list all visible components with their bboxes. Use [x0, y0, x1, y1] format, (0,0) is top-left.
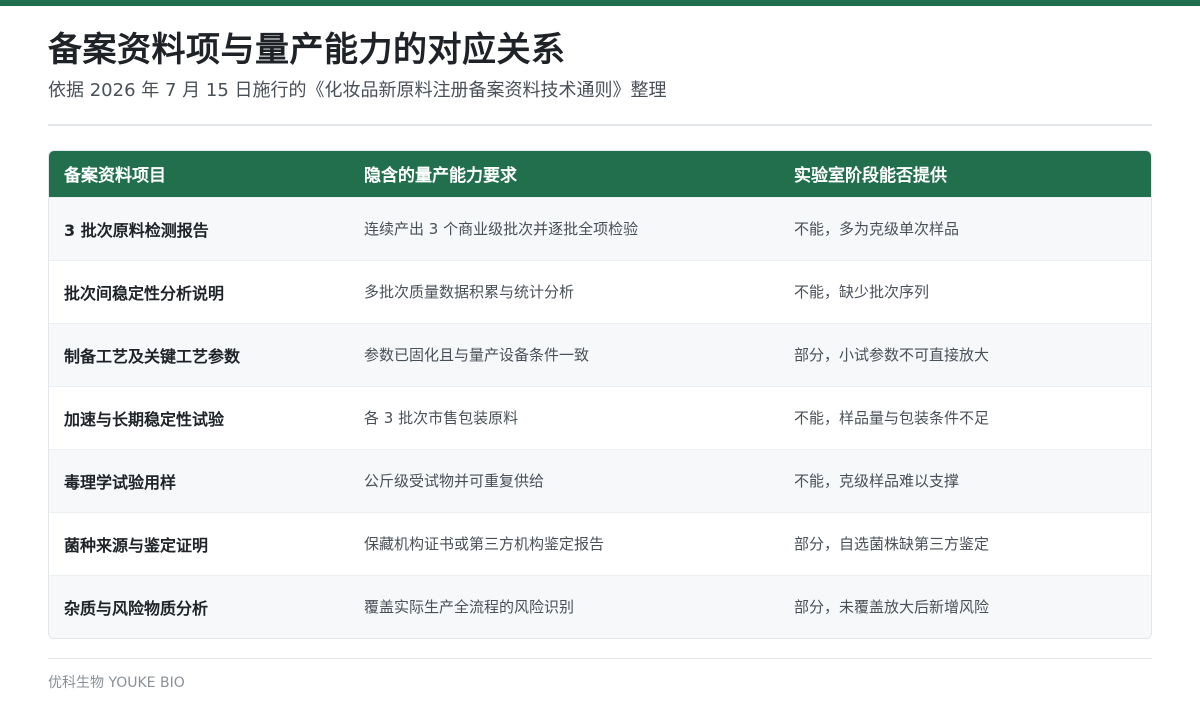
- table-row: 制备工艺及关键工艺参数 参数已固化且与量产设备条件一致 部分，小试参数不可直接放…: [49, 322, 1151, 386]
- cell-requirement: 保藏机构证书或第三方机构鉴定报告: [349, 511, 779, 575]
- cell-requirement: 多批次质量数据积累与统计分析: [349, 259, 779, 323]
- footer-brand: 优科生物 YOUKE BIO: [48, 675, 185, 691]
- cell-item: 批次间稳定性分析说明: [49, 259, 349, 323]
- table-row: 批次间稳定性分析说明 多批次质量数据积累与统计分析 不能，缺少批次序列: [49, 259, 1151, 323]
- column-header-lab-capability: 实验室阶段能否提供: [779, 151, 1151, 197]
- cell-item: 杂质与风险物质分析: [49, 574, 349, 638]
- cell-item: 3 批次原料检测报告: [49, 196, 349, 260]
- cell-requirement: 连续产出 3 个商业级批次并逐批全项检验: [349, 196, 779, 260]
- footer-divider: [48, 658, 1152, 659]
- cell-lab-capability: 部分，小试参数不可直接放大: [779, 322, 1151, 386]
- header-divider: [48, 124, 1152, 126]
- table-row: 菌种来源与鉴定证明 保藏机构证书或第三方机构鉴定报告 部分，自选菌株缺第三方鉴定: [49, 511, 1151, 575]
- cell-requirement: 覆盖实际生产全流程的风险识别: [349, 574, 779, 638]
- cell-item: 毒理学试验用样: [49, 448, 349, 512]
- page-header: 备案资料项与量产能力的对应关系 依据 2026 年 7 月 15 日施行的《化妆…: [48, 28, 1152, 104]
- cell-lab-capability: 不能，克级样品难以支撑: [779, 448, 1151, 512]
- cell-requirement: 公斤级受试物并可重复供给: [349, 448, 779, 512]
- cell-lab-capability: 不能，多为克级单次样品: [779, 196, 1151, 260]
- page-subtitle: 依据 2026 年 7 月 15 日施行的《化妆品新原料注册备案资料技术通则》整…: [48, 80, 667, 101]
- column-header-requirement: 隐含的量产能力要求: [349, 151, 779, 197]
- cell-lab-capability: 部分，未覆盖放大后新增风险: [779, 574, 1151, 638]
- cell-lab-capability: 不能，样品量与包装条件不足: [779, 385, 1151, 449]
- table-row: 3 批次原料检测报告 连续产出 3 个商业级批次并逐批全项检验 不能，多为克级单…: [49, 196, 1151, 260]
- table-header-row: 备案资料项目 隐含的量产能力要求 实验室阶段能否提供: [49, 151, 1151, 197]
- mapping-table: 备案资料项目 隐含的量产能力要求 实验室阶段能否提供 3 批次原料检测报告 连续…: [48, 150, 1152, 639]
- cell-lab-capability: 不能，缺少批次序列: [779, 259, 1151, 323]
- table-row: 杂质与风险物质分析 覆盖实际生产全流程的风险识别 部分，未覆盖放大后新增风险: [49, 574, 1151, 638]
- cell-item: 菌种来源与鉴定证明: [49, 511, 349, 575]
- cell-lab-capability: 部分，自选菌株缺第三方鉴定: [779, 511, 1151, 575]
- cell-item: 加速与长期稳定性试验: [49, 385, 349, 449]
- cell-requirement: 各 3 批次市售包装原料: [349, 385, 779, 449]
- cell-item: 制备工艺及关键工艺参数: [49, 322, 349, 386]
- cell-requirement: 参数已固化且与量产设备条件一致: [349, 322, 779, 386]
- table-row: 加速与长期稳定性试验 各 3 批次市售包装原料 不能，样品量与包装条件不足: [49, 385, 1151, 449]
- top-accent-bar: [0, 0, 1200, 6]
- page-title: 备案资料项与量产能力的对应关系: [48, 30, 566, 70]
- table-row: 毒理学试验用样 公斤级受试物并可重复供给 不能，克级样品难以支撑: [49, 448, 1151, 512]
- column-header-item: 备案资料项目: [49, 151, 349, 197]
